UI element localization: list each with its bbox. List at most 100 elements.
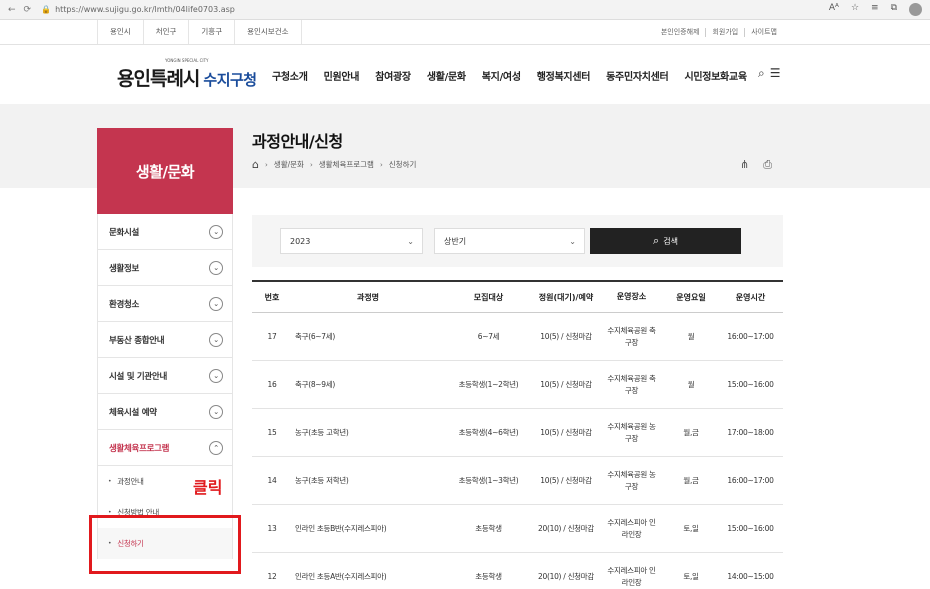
chevron-down-icon: ⌄ [407,237,414,246]
nav-item-community-center[interactable]: 동주민자치센터 [606,68,669,83]
cell-course[interactable]: 인라인 초등A반(수지레스피아) [292,571,444,582]
site-logo[interactable]: YONGIN SPECIAL CITY 용인특례시 수지구청 [117,58,257,91]
sidebar-item-facilities[interactable]: 시설 및 기관안내 ⌄ [97,358,233,394]
half-select[interactable]: 상반기 ⌄ [434,228,585,254]
lock-icon: 🔒 [41,5,52,14]
util-link-giheung[interactable]: 기흥구 [188,20,234,44]
nav-item-it-education[interactable]: 시민정보화교육 [684,68,747,83]
year-select[interactable]: 2023 ⌄ [280,228,423,254]
table-row[interactable]: 13 인라인 초등B반(수지레스피아) 초등학생 20(10) / 신청마감 수… [252,505,783,553]
col-header-day: 운영요일 [676,292,706,302]
site-header: YONGIN SPECIAL CITY 용인특례시 수지구청 구청소개 민원안내… [0,46,930,104]
course-table: 번호 과정명 모집대상 정원(대기)/예약 운영장소 운영요일 운영시간 17 … [252,280,783,589]
cell-target: 초등학생(1~2학년) [458,380,519,389]
logo-city-name: 용인특례시 [117,68,200,90]
cell-course[interactable]: 축구(6~7세) [292,331,444,342]
read-aloud-icon[interactable]: Aᴬ [829,3,839,16]
cell-time: 16:00~17:00 [727,332,774,341]
nav-item-about[interactable]: 구청소개 [272,68,308,83]
logo-tagline: YONGIN SPECIAL CITY [165,58,209,63]
sitemap-link[interactable]: 사이트맵 [744,27,783,37]
util-link-health-center[interactable]: 용인시보건소 [234,20,302,44]
sidebar-item-life-info[interactable]: 생활정보 ⌄ [97,250,233,286]
favorite-icon[interactable]: ☆ [851,3,859,16]
cell-time: 14:00~15:00 [727,572,774,581]
year-select-value: 2023 [290,237,311,246]
table-row[interactable]: 16 축구(8~9세) 초등학생(1~2학년) 10(5) / 신청마감 수지체… [252,361,783,409]
nav-item-welfare[interactable]: 복지/여성 [482,68,521,83]
click-annotation: 클릭 [193,478,223,497]
cell-no: 13 [267,524,277,533]
collections-icon[interactable]: ⧉ [891,3,897,16]
table-row[interactable]: 12 인라인 초등A반(수지레스피아) 초등학생 20(10) / 신청마감 수… [252,553,783,589]
cell-time: 15:00~16:00 [727,380,774,389]
back-icon[interactable]: ← [8,5,16,15]
cell-capacity: 10(5) / 신청마감 [540,428,592,437]
breadcrumb-item[interactable]: 생활체육프로그램 [319,159,374,170]
cell-day: 월,금 [683,476,699,485]
logout-verification-link[interactable]: 본인인증해제 [655,28,706,37]
cell-capacity: 10(5) / 신청마감 [540,332,592,341]
sidebar-item-sports-reservation[interactable]: 체육시설 예약 ⌄ [97,394,233,430]
nav-item-civil[interactable]: 민원안내 [324,68,360,83]
cell-time: 17:00~18:00 [727,428,774,437]
cell-target: 초등학생 [475,572,502,581]
menu-icon[interactable]: ☰ [770,66,781,81]
refresh-icon[interactable]: ⟳ [24,5,32,15]
favorites-list-icon[interactable]: ≡ [871,3,879,16]
table-row[interactable]: 14 농구(초등 저학년) 초등학생(1~3학년) 10(5) / 신청마감 수… [252,457,783,505]
address-bar[interactable]: 🔒 https://www.sujigu.go.kr/lmth/04life07… [41,5,235,14]
signup-link[interactable]: 회원가입 [705,27,744,37]
cell-course[interactable]: 농구(초등 저학년) [292,475,444,486]
cell-target: 초등학생 [475,524,502,533]
cell-capacity: 10(5) / 신청마감 [540,380,592,389]
highlight-box [89,515,241,574]
url-text[interactable]: https://www.sujigu.go.kr/lmth/04life0703… [55,5,235,14]
cell-course[interactable]: 농구(초등 고학년) [292,427,444,438]
header-icons: ⌕ ☰ [758,66,781,81]
sidebar-item-sports-program[interactable]: 생활체육프로그램 ⌃ [97,430,233,466]
util-link-yongin[interactable]: 용인시 [97,20,143,44]
half-select-value: 상반기 [444,237,467,246]
profile-avatar[interactable] [909,3,922,16]
cell-target: 초등학생(4~6학년) [458,428,519,437]
print-icon[interactable]: ⎙ [763,158,772,172]
cell-place: 수지체육공원 축구장 [607,325,656,347]
cell-day: 토,일 [683,572,699,581]
cell-place: 수지레스피아 인라인장 [607,517,656,539]
breadcrumb-separator-icon: › [379,160,383,169]
chevron-down-icon: ⌄ [209,296,223,311]
sidebar-item-culture-facilities[interactable]: 문화시설 ⌄ [97,214,233,250]
chevron-down-icon: ⌄ [569,237,576,246]
cell-place: 수지레스피아 인라인장 [607,565,656,587]
util-link-cheoin[interactable]: 처인구 [142,20,189,44]
share-icon[interactable]: ⋔ [740,158,749,172]
cell-course[interactable]: 인라인 초등B반(수지레스피아) [292,523,444,534]
chevron-up-icon: ⌃ [209,440,223,455]
cell-place: 수지체육공원 농구장 [607,421,656,443]
breadcrumb-item[interactable]: 신청하기 [389,159,417,170]
cell-course[interactable]: 축구(8~9세) [292,379,444,390]
search-panel: 2023 ⌄ 상반기 ⌄ ⌕ 검색 [252,215,783,267]
sidebar-item-real-estate[interactable]: 부동산 종합안내 ⌄ [97,322,233,358]
table-row[interactable]: 15 농구(초등 고학년) 초등학생(4~6학년) 10(5) / 신청마감 수… [252,409,783,457]
chevron-down-icon: ⌄ [209,332,223,347]
cell-no: 16 [267,380,277,389]
browser-right-icons: Aᴬ ☆ ≡ ⧉ [829,3,922,16]
logo-office-name: 수지구청 [203,71,257,89]
nav-item-life-culture[interactable]: 생활/문화 [427,68,466,83]
breadcrumb: ⌂ › 생활/문화 › 생활체육프로그램 › 신청하기 [252,158,416,171]
search-button[interactable]: ⌕ 검색 [590,228,741,254]
nav-item-participation[interactable]: 참여광장 [375,68,411,83]
sidebar-item-environment[interactable]: 환경청소 ⌄ [97,286,233,322]
breadcrumb-separator-icon: › [264,160,268,169]
breadcrumb-item[interactable]: 생활/문화 [274,159,304,170]
table-row[interactable]: 17 축구(6~7세) 6~7세 10(5) / 신청마감 수지체육공원 축구장… [252,313,783,361]
cell-no: 15 [267,428,277,437]
home-icon[interactable]: ⌂ [252,158,259,171]
nav-item-admin-center[interactable]: 행정복지센터 [537,68,591,83]
search-icon[interactable]: ⌕ [758,66,765,81]
cell-time: 15:00~16:00 [727,524,774,533]
sidebar-item-label: 체육시설 예약 [109,407,157,418]
col-header-course: 과정명 [356,292,380,302]
